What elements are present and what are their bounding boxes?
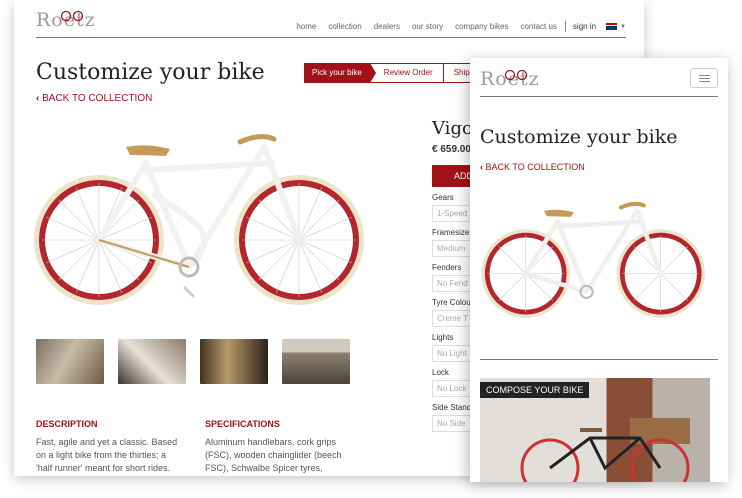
back-to-collection-link[interactable]: ‹ BACK TO COLLECTION: [480, 162, 585, 172]
specifications-heading: SPECIFICATIONS: [205, 419, 280, 429]
chevron-left-icon: ‹: [480, 162, 483, 172]
bike-image: [34, 134, 364, 305]
uk-flag-icon[interactable]: [606, 23, 618, 30]
brand-logo[interactable]: Roetz: [36, 8, 114, 32]
section-divider: [480, 359, 718, 360]
brand-logo[interactable]: Roetz: [480, 67, 558, 91]
header-divider: [480, 96, 718, 97]
nav-divider: [564, 21, 566, 32]
thumbnail-1[interactable]: [36, 339, 104, 384]
description-line: on a light bike from the thirties; a: [36, 450, 167, 460]
hamburger-menu-icon[interactable]: [690, 68, 718, 88]
description-section: DESCRIPTION Fast, agile and yet a classi…: [36, 418, 177, 475]
thumbnail-3[interactable]: [200, 339, 268, 384]
nav-our-story[interactable]: our story: [412, 22, 443, 31]
back-link-label: BACK TO COLLECTION: [42, 93, 153, 104]
nav-company-bikes[interactable]: company bikes: [455, 22, 508, 31]
header-divider: [36, 37, 626, 38]
compose-banner[interactable]: COMPOSE YOUR BIKE: [480, 378, 710, 482]
compose-your-bike-label: COMPOSE YOUR BIKE: [480, 382, 590, 398]
chevron-down-icon[interactable]: ▼: [620, 24, 626, 30]
page-title: Customize your bike: [36, 60, 265, 85]
description-heading: DESCRIPTION: [36, 419, 98, 429]
thumbnail-4[interactable]: [282, 339, 350, 384]
nav-home[interactable]: home: [296, 22, 316, 31]
bike-image: [481, 201, 705, 318]
nav-sign-in[interactable]: sign in: [573, 22, 596, 31]
thumbnail-2[interactable]: [118, 339, 186, 384]
back-link-label: BACK TO COLLECTION: [485, 162, 585, 172]
specifications-line: (FSC), wooden chainglider (beech: [205, 450, 342, 460]
checkout-steps: Pick your bike Review Order Shippin: [304, 63, 492, 83]
chevron-left-icon: ‹: [36, 93, 40, 104]
page-title: Customize your bike: [480, 126, 678, 148]
step-pick-bike[interactable]: Pick your bike: [304, 63, 376, 83]
description-line: Fast, agile and yet a classic. Based: [36, 437, 178, 447]
nav-contact-us[interactable]: contact us: [520, 22, 556, 31]
specifications-line: FSC), Schwalbe Spicer tyres,: [205, 463, 323, 473]
back-to-collection-link[interactable]: ‹ BACK TO COLLECTION: [36, 93, 152, 104]
nav-collection[interactable]: collection: [328, 22, 361, 31]
specifications-line: Aluminum handlebars, cork grips: [205, 437, 337, 447]
step-review-order[interactable]: Review Order: [369, 63, 444, 83]
thumbnail-strip: [36, 339, 350, 384]
main-nav: home collection dealers our story compan…: [284, 21, 626, 32]
mobile-window: Roetz Customize your bike ‹ BACK TO COLL…: [470, 58, 728, 482]
description-line: 'half runner' meant for short rides.: [36, 463, 170, 473]
nav-dealers[interactable]: dealers: [374, 22, 400, 31]
specifications-section: SPECIFICATIONS Aluminum handlebars, cork…: [205, 418, 342, 475]
